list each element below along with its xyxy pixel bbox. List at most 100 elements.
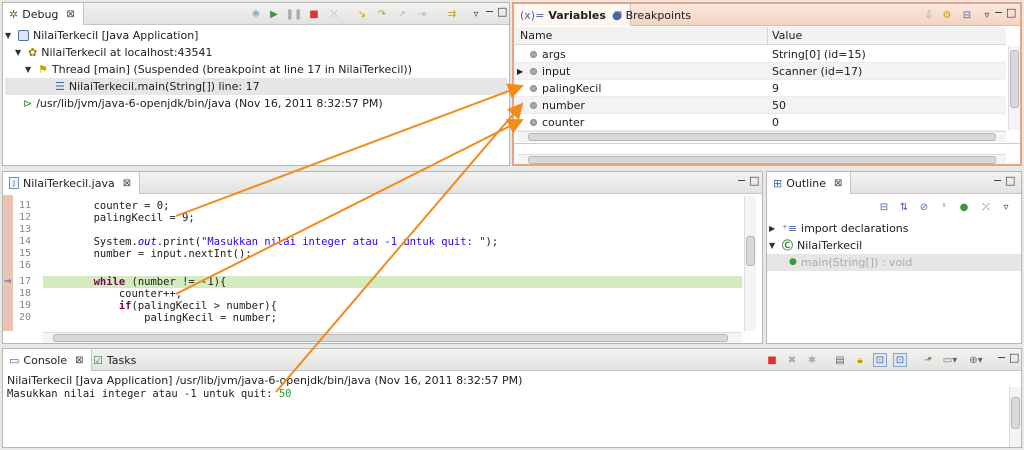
console-header: NilaiTerkecil [Java Application] /usr/li… xyxy=(7,374,523,387)
maximize-icon[interactable]: □ xyxy=(1009,351,1019,364)
tab-tasks[interactable]: ☑ Tasks xyxy=(87,349,144,371)
collapsed-arrow-icon[interactable]: ▶ xyxy=(769,220,778,237)
tree-item-process[interactable]: ⊳ /usr/lib/jvm/java-6-openjdk/bin/java (… xyxy=(23,95,383,112)
scrollbar-thumb[interactable] xyxy=(1011,397,1020,429)
view-menu-icon[interactable]: ▿ xyxy=(999,200,1013,214)
outline-item-method[interactable]: ● main(String[]) : void xyxy=(767,254,1021,271)
outline-item-imports[interactable]: ▶ ⁺≡ import declarations xyxy=(769,220,909,237)
step-return-icon[interactable]: ↗ xyxy=(395,7,409,21)
console-vertical-scrollbar[interactable] xyxy=(1009,387,1021,447)
terminate-icon[interactable]: ■ xyxy=(765,353,779,367)
close-icon[interactable]: ⊠ xyxy=(66,4,74,25)
hide-local-types-icon[interactable]: ⤫ xyxy=(979,200,993,214)
pin-console-icon[interactable]: ⬏ xyxy=(921,353,935,367)
tree-item-thread[interactable]: ▼ ⚑ Thread [main] (Suspended (breakpoint… xyxy=(25,61,412,78)
debug-tabbar: ✲ Debug ⊠ ✱ ▶ ❚❚ ■ ⤬ ↘ ↷ ↗ ⇥ ⇉ ▿ − □ xyxy=(3,3,509,25)
drop-to-frame-icon[interactable]: ⇥ xyxy=(415,7,429,21)
tree-item-vm[interactable]: ▼ ✿ NilaiTerkecil at localhost:43541 xyxy=(15,44,213,61)
use-step-filters-icon[interactable]: ⇉ xyxy=(445,7,459,21)
variable-row-counter[interactable] xyxy=(514,114,1006,131)
hide-static-icon[interactable]: ˢ xyxy=(937,200,951,214)
hide-fields-icon[interactable]: ⊘ xyxy=(917,200,931,214)
maximize-icon[interactable]: □ xyxy=(1005,174,1015,187)
code-line[interactable]: palingKecil = number; xyxy=(43,312,277,324)
suspend-icon[interactable]: ❚❚ xyxy=(286,7,303,21)
expanded-arrow-icon[interactable]: ▼ xyxy=(5,27,14,44)
scrollbar-thumb[interactable] xyxy=(53,334,728,342)
console-output[interactable]: Masukkan nilai integer atau -1 untuk qui… xyxy=(7,388,291,401)
editor-horizontal-scrollbar[interactable] xyxy=(43,332,742,343)
detail-pane[interactable] xyxy=(514,143,1020,164)
tab-editor-file[interactable]: J NilaiTerkecil.java ⊠ xyxy=(3,172,141,194)
close-icon[interactable]: ⊠ xyxy=(75,350,83,371)
detail-horizontal-scrollbar[interactable] xyxy=(518,154,1006,164)
expanded-arrow-icon[interactable]: ▼ xyxy=(25,61,34,78)
code-line[interactable]: number = input.nextInt(); xyxy=(43,248,252,260)
imports-icon: ⁺≡ xyxy=(782,222,798,235)
variable-row-input[interactable] xyxy=(514,63,1006,80)
scrollbar-thumb[interactable] xyxy=(746,236,755,266)
scrollbar-thumb[interactable] xyxy=(528,156,996,164)
open-console-icon[interactable]: ⊕▾ xyxy=(969,353,983,367)
variables-tabbar: (x)= Variables ⊠ ● Breakpoints ⇩ ⚙ ⊟ ▿ −… xyxy=(514,4,1020,26)
terminate-icon[interactable]: ■ xyxy=(307,7,321,21)
tab-outline[interactable]: ⊞ Outline ⊠ xyxy=(767,172,852,194)
line-number: 13 xyxy=(18,224,31,235)
variables-column-value[interactable]: Value xyxy=(768,27,1006,45)
step-into-icon[interactable]: ↘ xyxy=(355,7,369,21)
scrollbar-thumb[interactable] xyxy=(528,133,996,141)
tab-console[interactable]: ▭ Console ⊠ xyxy=(3,349,93,371)
maximize-icon[interactable]: □ xyxy=(1006,6,1016,19)
code-line[interactable]: counter = 0; xyxy=(43,200,170,212)
remove-all-terminated-icon[interactable]: ✱ xyxy=(805,353,819,367)
expanded-arrow-icon[interactable]: ▼ xyxy=(15,44,24,61)
variable-row-number[interactable] xyxy=(514,97,1006,114)
code-line[interactable]: while (number != -1){ xyxy=(43,276,227,288)
close-icon[interactable]: ⊠ xyxy=(123,173,131,194)
scrollbar-thumb[interactable] xyxy=(1010,50,1019,108)
view-menu-icon[interactable]: ▿ xyxy=(980,8,994,22)
close-icon[interactable]: ⊠ xyxy=(834,173,842,194)
maximize-icon[interactable]: □ xyxy=(749,174,759,187)
step-over-icon[interactable]: ↷ xyxy=(375,7,389,21)
expanded-arrow-icon[interactable]: ▼ xyxy=(769,237,778,254)
clear-console-icon[interactable]: ▤ xyxy=(833,353,847,367)
resume-icon[interactable]: ▶ xyxy=(267,7,281,21)
view-menu-icon[interactable]: ▿ xyxy=(469,7,483,21)
code-line[interactable]: counter++; xyxy=(43,288,182,300)
minimize-icon[interactable]: − xyxy=(997,351,1006,364)
scroll-lock-icon[interactable]: 🔒︎ xyxy=(853,353,867,367)
minimize-icon[interactable]: − xyxy=(485,5,494,18)
display-selected-console-icon[interactable]: ▭▾ xyxy=(943,353,957,367)
code-line[interactable]: System.out.print("Masukkan nilai integer… xyxy=(43,236,499,248)
tab-debug[interactable]: ✲ Debug ⊠ xyxy=(3,3,84,25)
editor-vertical-scrollbar[interactable] xyxy=(744,196,756,331)
code-line[interactable]: palingKecil = 9; xyxy=(43,212,195,224)
minimize-icon[interactable]: − xyxy=(737,174,746,187)
show-type-names-icon[interactable]: ⇩ xyxy=(922,8,936,22)
collapse-all-icon[interactable]: ⊟ xyxy=(960,8,974,22)
remove-launch-icon[interactable]: ✖ xyxy=(785,353,799,367)
console-prompt: Masukkan nilai integer atau -1 untuk qui… xyxy=(7,388,279,400)
disconnect-icon[interactable]: ⤬ xyxy=(327,7,341,21)
variables-vertical-scrollbar[interactable] xyxy=(1008,46,1020,130)
remove-terminated-icon[interactable]: ✱ xyxy=(249,7,263,21)
minimize-icon[interactable]: − xyxy=(993,174,1002,187)
collapse-all-icon[interactable]: ⊟ xyxy=(877,200,891,214)
variables-horizontal-scrollbar[interactable] xyxy=(518,131,1006,142)
code-line[interactable]: if(palingKecil > number){ xyxy=(43,300,277,312)
sort-icon[interactable]: ⇅ xyxy=(897,200,911,214)
word-wrap-icon[interactable]: ⊡ xyxy=(873,353,887,367)
tab-breakpoints[interactable]: ● Breakpoints xyxy=(606,4,699,26)
hide-non-public-icon[interactable]: ● xyxy=(957,200,971,214)
tree-item-launch[interactable]: ▼ NilaiTerkecil [Java Application] xyxy=(5,27,198,44)
maximize-icon[interactable]: □ xyxy=(497,5,507,18)
show-on-output-icon[interactable]: ⊡ xyxy=(893,353,907,367)
variable-row-args[interactable] xyxy=(514,46,1006,63)
outline-item-class[interactable]: ▼ Ⓒ NilaiTerkecil xyxy=(769,237,862,254)
variables-column-name[interactable]: Name xyxy=(514,27,768,45)
show-logical-structure-icon[interactable]: ⚙ xyxy=(940,8,954,22)
expand-arrow-icon[interactable]: ▶ xyxy=(517,63,523,80)
tree-item-stack-frame[interactable]: ☰ NilaiTerkecil.main(String[]) line: 17 xyxy=(5,78,507,95)
minimize-icon[interactable]: − xyxy=(994,6,1003,19)
